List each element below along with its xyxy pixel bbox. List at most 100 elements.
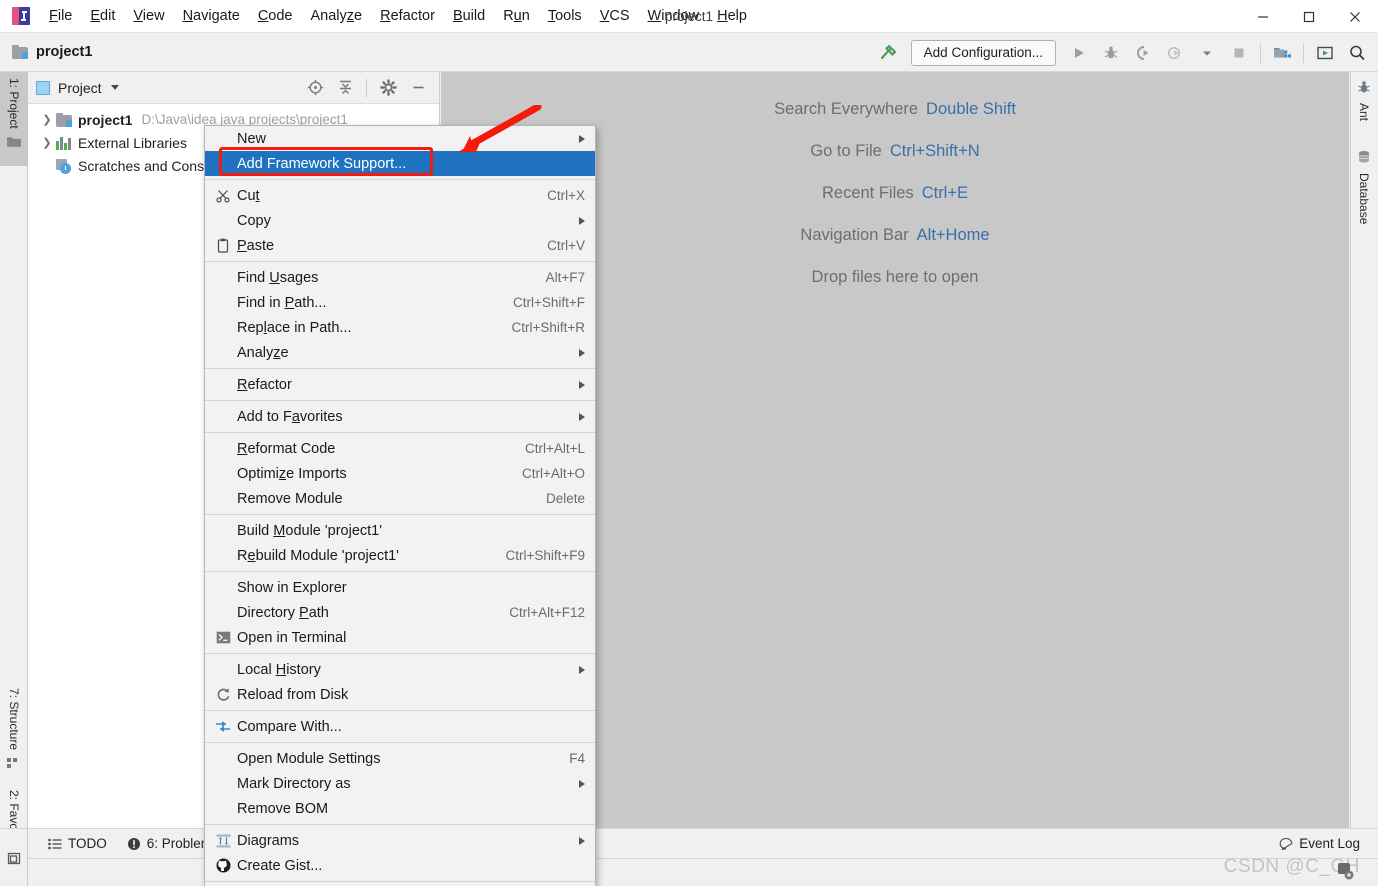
context-menu-item-optimize-imports[interactable]: Optimize Imports Ctrl+Alt+O: [205, 461, 595, 486]
chevron-down-icon[interactable]: [110, 85, 119, 90]
context-menu-item-label: Diagrams: [237, 832, 300, 849]
terminal-icon: [213, 629, 233, 647]
sidebar-item-ant-label: Ant: [1357, 103, 1371, 122]
context-menu-item-open-module-settings[interactable]: Open Module Settings F4: [205, 746, 595, 771]
context-menu-item-reformat-code[interactable]: Reformat Code Ctrl+Alt+L: [205, 436, 595, 461]
profile-icon[interactable]: [1160, 38, 1190, 68]
compare-icon: [213, 718, 233, 736]
context-menu-item-label: Build Module 'project1': [237, 522, 383, 539]
run-icon[interactable]: [1064, 38, 1094, 68]
libraries-icon: [56, 136, 72, 150]
context-menu-item-shortcut: Ctrl+Alt+O: [521, 466, 585, 481]
locate-icon[interactable]: [302, 75, 328, 101]
menu-help[interactable]: Help: [708, 4, 756, 28]
maximize-button[interactable]: [1286, 0, 1332, 33]
context-menu-item-create-gist[interactable]: Create Gist...: [205, 853, 595, 878]
context-menu-item-analyze[interactable]: Analyze: [205, 340, 595, 365]
left-bottom-strip: [0, 828, 28, 886]
menu-item-no-icon: [213, 579, 233, 597]
hide-windows-icon[interactable]: [5, 851, 23, 872]
context-menu-item-label: Rebuild Module 'project1': [237, 547, 399, 564]
menu-navigate[interactable]: Navigate: [174, 4, 249, 28]
context-menu-separator: [205, 824, 595, 825]
context-menu-item-label: Show in Explorer: [237, 579, 347, 596]
hide-panel-icon[interactable]: [405, 75, 431, 101]
menu-code[interactable]: Code: [249, 4, 302, 28]
menu-item-no-icon: [213, 294, 233, 312]
context-menu-item-compare-with[interactable]: Compare With...: [205, 714, 595, 739]
menu-analyze[interactable]: Analyze: [302, 4, 372, 28]
context-menu-item-find-in-path[interactable]: Find in Path... Ctrl+Shift+F: [205, 290, 595, 315]
search-everywhere-icon[interactable]: [1342, 38, 1372, 68]
close-button[interactable]: [1332, 0, 1378, 33]
context-menu-item-open-in-terminal[interactable]: Open in Terminal: [205, 625, 595, 650]
event-log-icon: [1279, 837, 1293, 851]
window-controls: [1240, 0, 1378, 33]
menu-edit[interactable]: Edit: [81, 4, 124, 28]
menu-view[interactable]: View: [124, 4, 173, 28]
run-coverage-icon[interactable]: [1128, 38, 1158, 68]
context-menu-item-diagrams[interactable]: Diagrams: [205, 828, 595, 853]
menu-window[interactable]: Window: [639, 4, 709, 28]
context-menu-item-build-module-project1[interactable]: Build Module 'project1': [205, 518, 595, 543]
context-menu-item-mark-directory-as[interactable]: Mark Directory as: [205, 771, 595, 796]
add-configuration-button[interactable]: Add Configuration...: [910, 39, 1056, 66]
minimize-button[interactable]: [1240, 0, 1286, 33]
context-menu-item-shortcut: Ctrl+Shift+F9: [505, 548, 585, 563]
debug-icon[interactable]: [1096, 38, 1126, 68]
context-menu-item-add-to-favorites[interactable]: Add to Favorites: [205, 404, 595, 429]
project-structure-icon[interactable]: [1267, 38, 1297, 68]
context-menu-item-refactor[interactable]: Refactor: [205, 372, 595, 397]
context-menu-item-label: Mark Directory as: [237, 775, 351, 792]
build-hammer-icon[interactable]: [873, 38, 903, 68]
status-todo[interactable]: TODO: [48, 836, 107, 851]
menu-run[interactable]: Run: [494, 4, 539, 28]
sidebar-item-project[interactable]: 1: Project: [0, 72, 28, 166]
menu-item-no-icon: [213, 130, 233, 148]
collapse-all-icon[interactable]: [332, 75, 358, 101]
menu-item-no-icon: [213, 155, 233, 173]
menu-file[interactable]: File: [40, 4, 81, 28]
context-menu-item-reload-from-disk[interactable]: Reload from Disk: [205, 682, 595, 707]
submenu-chevron-icon: [579, 779, 585, 788]
status-event-log[interactable]: Event Log: [1279, 836, 1360, 851]
menu-item-no-icon: [213, 408, 233, 426]
context-menu-item-new[interactable]: New: [205, 126, 595, 151]
context-menu-item-replace-in-path[interactable]: Replace in Path... Ctrl+Shift+R: [205, 315, 595, 340]
tree-item-label: project1: [78, 111, 133, 128]
context-menu-item-label: Replace in Path...: [237, 319, 352, 336]
context-menu-item-find-usages[interactable]: Find Usages Alt+F7: [205, 265, 595, 290]
context-menu-item-add-framework-support[interactable]: Add Framework Support...: [205, 151, 595, 176]
context-menu-item-cut[interactable]: Cut Ctrl+X: [205, 183, 595, 208]
menu-item-no-icon: [213, 490, 233, 508]
dropdown-icon[interactable]: [1192, 38, 1222, 68]
stop-icon[interactable]: [1224, 38, 1254, 68]
context-menu-item-paste[interactable]: Paste Ctrl+V: [205, 233, 595, 258]
context-menu-item-local-history[interactable]: Local History: [205, 657, 595, 682]
breadcrumb-label: project1: [36, 44, 93, 60]
context-menu-item-remove-bom[interactable]: Remove BOM: [205, 796, 595, 821]
update-icon[interactable]: [1310, 38, 1340, 68]
context-menu-item-directory-path[interactable]: Directory Path Ctrl+Alt+F12: [205, 600, 595, 625]
status-event-log-label: Event Log: [1299, 836, 1360, 851]
breadcrumb[interactable]: project1: [12, 44, 92, 60]
menu-refactor[interactable]: Refactor: [371, 4, 444, 28]
editor-hint-text: Drop files here to open: [811, 268, 979, 286]
sidebar-item-database[interactable]: Database: [1350, 150, 1378, 260]
context-menu-item-remove-module[interactable]: Remove Module Delete: [205, 486, 595, 511]
sidebar-item-structure[interactable]: 7: Structure: [0, 682, 28, 782]
context-menu-separator: [205, 514, 595, 515]
submenu-chevron-icon: [579, 348, 585, 357]
chevron-right-icon[interactable]: ❯: [38, 113, 56, 126]
context-menu-separator: [205, 432, 595, 433]
status-right-group: Event Log: [1279, 836, 1360, 851]
menu-vcs[interactable]: VCS: [591, 4, 639, 28]
menu-tools[interactable]: Tools: [539, 4, 591, 28]
menu-build[interactable]: Build: [444, 4, 494, 28]
sidebar-item-ant[interactable]: Ant: [1350, 80, 1378, 138]
context-menu-item-rebuild-module-project1[interactable]: Rebuild Module 'project1' Ctrl+Shift+F9: [205, 543, 595, 568]
context-menu-item-show-in-explorer[interactable]: Show in Explorer: [205, 575, 595, 600]
chevron-right-icon[interactable]: ❯: [38, 136, 56, 149]
settings-gear-icon[interactable]: [375, 75, 401, 101]
context-menu-item-copy[interactable]: Copy: [205, 208, 595, 233]
